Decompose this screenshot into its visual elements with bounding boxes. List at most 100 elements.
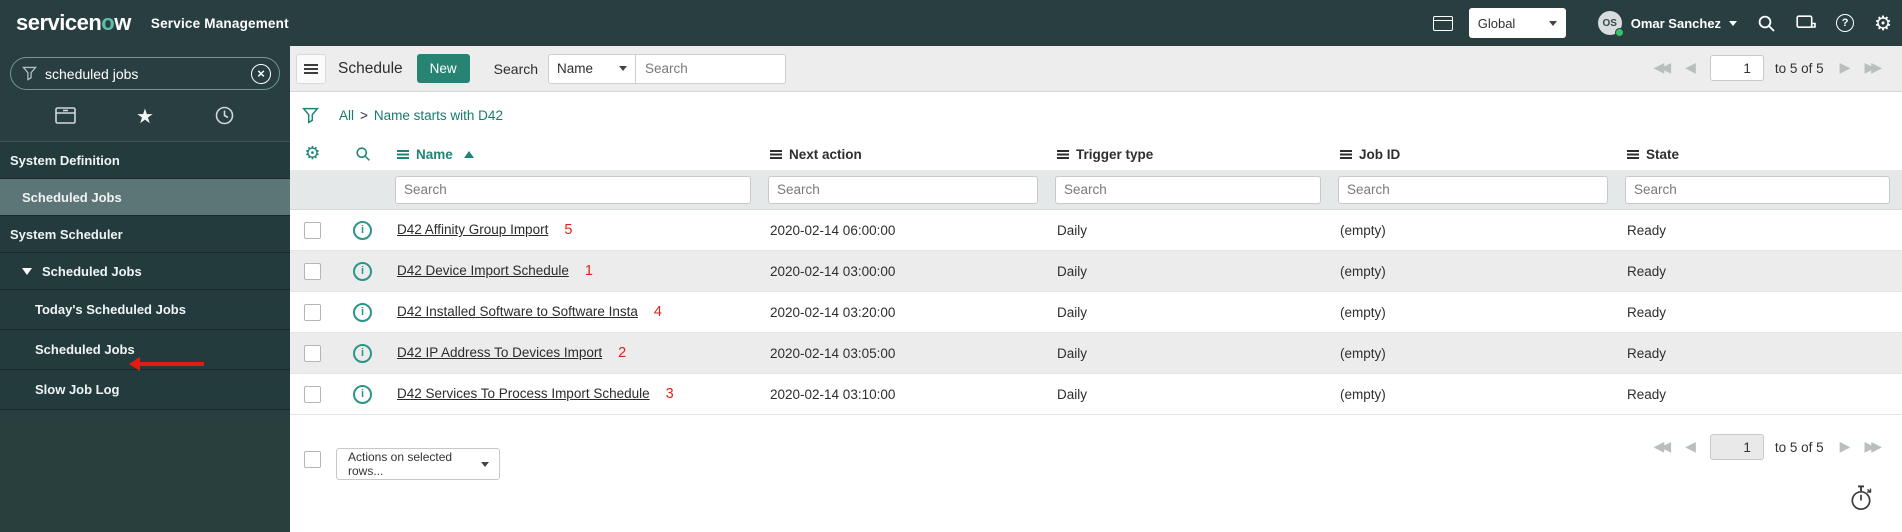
record-link[interactable]: D42 Affinity Group Import <box>397 222 548 237</box>
column-label: Job ID <box>1359 146 1401 162</box>
pagination-top: to 5 of 5 <box>1654 55 1882 81</box>
history-clock-icon[interactable] <box>185 106 264 125</box>
connect-chat-icon[interactable] <box>1796 14 1816 32</box>
search-field-select[interactable]: Name <box>548 53 637 84</box>
info-icon[interactable] <box>353 384 372 404</box>
table-row: D42 Device Import Schedule 1 2020-02-14 0… <box>290 251 1902 292</box>
page-number-input[interactable] <box>1709 55 1764 81</box>
cell-job-id: (empty) <box>1340 263 1386 279</box>
table-row: D42 Affinity Group Import 5 2020-02-14 06… <box>290 210 1902 251</box>
record-link[interactable]: D42 Device Import Schedule <box>397 263 569 278</box>
red-annotation-number: 4 <box>653 304 662 320</box>
funnel-icon <box>22 66 37 81</box>
row-checkbox[interactable] <box>304 344 321 362</box>
info-icon[interactable] <box>353 261 372 281</box>
column-label: Next action <box>789 146 862 162</box>
clear-filter-icon[interactable] <box>251 63 271 84</box>
product-title: Service Management <box>150 15 289 31</box>
actions-on-selected-rows-select[interactable]: Actions on selected rows... <box>336 448 500 480</box>
breadcrumb-condition-link[interactable]: Name starts with D42 <box>374 108 503 123</box>
list-search-icon[interactable] <box>335 146 390 162</box>
user-menu[interactable]: Omar Sanchez <box>1631 16 1721 31</box>
cell-state: Ready <box>1627 304 1667 320</box>
info-icon[interactable] <box>353 220 372 240</box>
scope-select-value: Global <box>1477 15 1516 31</box>
settings-gear-icon[interactable] <box>1874 13 1892 33</box>
row-checkbox[interactable] <box>304 303 321 321</box>
avatar[interactable]: OS <box>1597 11 1624 37</box>
page-number-input[interactable] <box>1709 434 1764 460</box>
chevron-down-icon <box>619 66 628 71</box>
refresh-timer-icon[interactable] <box>1848 484 1874 515</box>
select-all-checkbox[interactable] <box>304 451 321 468</box>
column-menu-icon <box>397 149 409 159</box>
column-header-state[interactable]: State <box>1620 147 1902 162</box>
servicenow-logo: servicenow <box>16 10 131 36</box>
new-record-button[interactable]: New <box>416 54 470 83</box>
nav-parent-scheduled-jobs[interactable]: Scheduled Jobs <box>0 253 290 290</box>
column-header-job-id[interactable]: Job ID <box>1333 147 1620 162</box>
list-personalize-gear-icon[interactable] <box>290 145 335 163</box>
row-checkbox[interactable] <box>304 385 321 403</box>
record-link[interactable]: D42 Installed Software to Software Insta <box>397 304 638 319</box>
red-annotation-number: 5 <box>564 222 573 238</box>
info-icon[interactable] <box>353 302 372 322</box>
cell-trigger-type: Daily <box>1057 345 1088 361</box>
row-checkbox[interactable] <box>304 221 321 239</box>
expanded-caret-icon[interactable] <box>22 267 32 275</box>
filter-input-state[interactable] <box>1625 175 1890 204</box>
cell-job-id: (empty) <box>1340 386 1386 402</box>
previous-page-icon[interactable] <box>1685 440 1696 454</box>
navigator-filter-input[interactable] <box>45 65 251 82</box>
next-page-icon[interactable] <box>1840 61 1851 75</box>
column-label: State <box>1646 146 1680 162</box>
global-search-icon[interactable] <box>1757 14 1776 33</box>
sort-ascending-icon <box>463 150 474 158</box>
all-applications-icon[interactable] <box>26 107 105 124</box>
list-context-menu-button[interactable] <box>296 53 326 84</box>
application-picker-icon[interactable] <box>1432 15 1453 31</box>
update-set-scope-select[interactable]: Global <box>1468 8 1566 38</box>
red-annotation-number: 2 <box>618 345 627 361</box>
nav-section-system-scheduler[interactable]: System Scheduler <box>0 216 290 253</box>
last-page-icon[interactable] <box>1864 61 1882 75</box>
help-icon[interactable] <box>1836 14 1855 32</box>
first-page-icon[interactable] <box>1654 440 1672 454</box>
nav-item-todays-scheduled-jobs[interactable]: Today's Scheduled Jobs <box>0 290 290 330</box>
record-link[interactable]: D42 IP Address To Devices Import <box>397 345 602 360</box>
breadcrumb: All > Name starts with D42 <box>290 92 1902 138</box>
filter-input-next-action[interactable] <box>768 175 1038 204</box>
nav-section-system-definition[interactable]: System Definition <box>0 142 290 179</box>
servicenow-app: servicenow Service Management Global OS … <box>0 0 1902 532</box>
column-header-next-action[interactable]: Next action <box>763 147 1050 162</box>
cell-next-action: 2020-02-14 03:00:00 <box>770 263 896 279</box>
record-link[interactable]: D42 Services To Process Import Schedule <box>397 386 650 401</box>
filter-input-job-id[interactable] <box>1338 175 1608 204</box>
first-page-icon[interactable] <box>1654 61 1672 75</box>
favorites-star-icon[interactable] <box>105 106 184 126</box>
filter-input-trigger-type[interactable] <box>1055 175 1321 204</box>
breadcrumb-all-link[interactable]: All <box>339 108 354 123</box>
row-checkbox[interactable] <box>304 262 321 280</box>
navigator-filter-box[interactable] <box>10 57 280 90</box>
list-pane: Schedule New Search Name to 5 of 5 All > N… <box>290 46 1902 532</box>
chevron-down-icon <box>481 461 489 467</box>
last-page-icon[interactable] <box>1864 440 1882 454</box>
nav-item-scheduled-jobs-definition[interactable]: Scheduled Jobs <box>0 179 290 216</box>
previous-page-icon[interactable] <box>1685 61 1696 75</box>
filter-funnel-icon[interactable] <box>302 107 319 124</box>
nav-label: Scheduled Jobs <box>35 342 135 357</box>
cell-next-action: 2020-02-14 03:10:00 <box>770 386 896 402</box>
list-search-input[interactable] <box>636 53 787 84</box>
table-row: D42 Installed Software to Software Insta… <box>290 292 1902 333</box>
info-icon[interactable] <box>353 343 372 363</box>
column-header-trigger-type[interactable]: Trigger type <box>1050 147 1333 162</box>
filter-input-name[interactable] <box>395 175 751 204</box>
nav-label: Today's Scheduled Jobs <box>35 302 186 317</box>
red-annotation-arrow <box>129 357 204 371</box>
column-header-name[interactable]: Name <box>390 147 763 162</box>
pagination-bottom: to 5 of 5 <box>1654 434 1882 460</box>
cell-state: Ready <box>1627 386 1667 402</box>
next-page-icon[interactable] <box>1840 440 1851 454</box>
nav-item-slow-job-log[interactable]: Slow Job Log <box>0 370 290 410</box>
